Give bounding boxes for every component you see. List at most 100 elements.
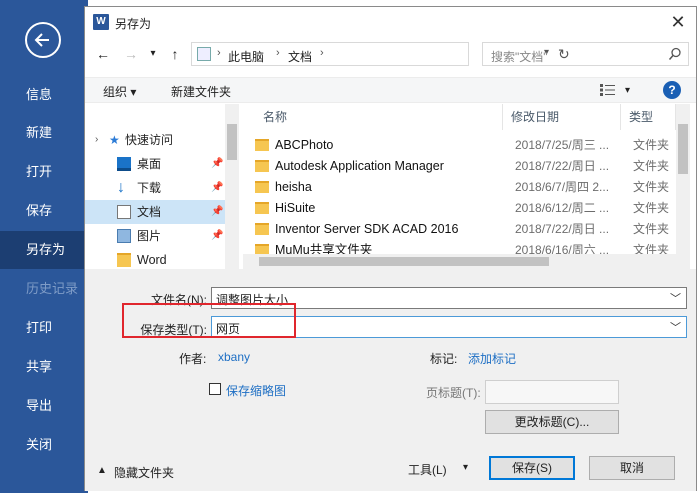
- address-bar[interactable]: › 此电脑 › 文档 › ▾ ↻: [191, 42, 570, 66]
- folder-icon: [255, 202, 269, 214]
- nav-item-label: 下载: [137, 181, 162, 195]
- pin-icon[interactable]: 📌: [211, 152, 223, 176]
- nav-item-downloads[interactable]: ↓ 下载 📌: [85, 176, 227, 200]
- file-row[interactable]: HiSuite 2018/6/12/周二 ... 文件夹: [243, 198, 676, 219]
- file-date: 2018/7/25/周三 ...: [515, 138, 610, 152]
- author-label: 作者:: [179, 352, 207, 366]
- file-row[interactable]: Autodesk Application Manager 2018/7/22/周…: [243, 156, 676, 177]
- column-header-date[interactable]: 修改日期: [503, 104, 621, 130]
- expand-chevron-icon[interactable]: ›: [95, 128, 98, 152]
- dialog-titlebar[interactable]: W 另存为 ✕: [85, 7, 696, 37]
- breadcrumb-this-pc[interactable]: 此电脑: [228, 48, 264, 65]
- backstage-item-close[interactable]: 关闭: [0, 426, 88, 464]
- backstage-item-save[interactable]: 保存: [0, 192, 88, 230]
- file-row[interactable]: Inventor Server SDK ACAD 2016 2018/7/22/…: [243, 219, 676, 240]
- dialog-title: 另存为: [115, 17, 152, 31]
- annotation-highlight-box: [122, 303, 296, 338]
- file-name: Inventor Server SDK ACAD 2016: [275, 222, 459, 236]
- file-type: 文件夹: [633, 138, 670, 152]
- recent-dropdown-icon[interactable]: ▾: [143, 44, 163, 64]
- column-header-name[interactable]: 名称: [243, 104, 503, 130]
- folder-icon: [255, 181, 269, 193]
- nav-item-documents[interactable]: 文档 📌: [85, 200, 227, 224]
- tools-button[interactable]: 工具(L): [408, 461, 447, 478]
- nav-item-pictures[interactable]: 图片 📌: [85, 224, 227, 248]
- new-folder-button[interactable]: 新建文件夹: [171, 83, 231, 100]
- file-date: 2018/6/7/周四 2...: [515, 180, 610, 194]
- cancel-button[interactable]: 取消: [589, 456, 675, 480]
- page-title-label: 页标题(T):: [426, 386, 481, 400]
- file-type: 文件夹: [633, 201, 670, 215]
- forward-arrow-icon[interactable]: →: [121, 44, 141, 64]
- file-list: 名称 修改日期 类型 ABCPhoto 2018/7/25/周三 ... 文件夹…: [243, 104, 690, 269]
- pin-icon[interactable]: 📌: [211, 200, 223, 224]
- file-list-horizontal-scroll-thumb[interactable]: [259, 257, 549, 266]
- hide-folders-button[interactable]: 隐藏文件夹: [114, 464, 174, 481]
- chevron-down-icon[interactable]: ﹀: [670, 319, 681, 335]
- back-arrow-icon[interactable]: ←: [93, 44, 113, 64]
- page-title-input: [485, 380, 619, 404]
- search-icon[interactable]: [668, 47, 682, 61]
- up-arrow-icon[interactable]: ↑: [165, 44, 185, 64]
- backstage-item-info[interactable]: 信息: [0, 76, 88, 114]
- backstage-item-share[interactable]: 共享: [0, 348, 88, 386]
- view-dropdown-icon[interactable]: ▾: [625, 85, 630, 96]
- chevron-up-icon[interactable]: ▲: [97, 465, 107, 476]
- desktop-icon: [117, 157, 131, 171]
- tools-dropdown-icon[interactable]: ▾: [463, 462, 468, 473]
- search-placeholder: 搜索"文档": [491, 50, 548, 64]
- nav-item-label: 桌面: [137, 157, 162, 171]
- back-arrow-icon: [34, 33, 49, 47]
- backstage-item-open[interactable]: 打开: [0, 153, 88, 191]
- folder-icon: [255, 160, 269, 172]
- file-date: 2018/7/22/周日 ...: [515, 222, 610, 236]
- nav-pane-scrollbar[interactable]: [225, 104, 239, 269]
- breadcrumb-documents[interactable]: 文档: [288, 48, 312, 65]
- view-options-icon[interactable]: [600, 84, 618, 96]
- nav-pane-scroll-thumb[interactable]: [227, 124, 237, 160]
- download-icon: ↓: [117, 179, 125, 196]
- backstage-sidebar: 信息 新建 打开 保存 另存为 历史记录 打印 共享 导出 关闭: [0, 0, 88, 493]
- file-name: HiSuite: [275, 201, 316, 215]
- back-button[interactable]: [25, 22, 61, 58]
- nav-item-desktop[interactable]: 桌面 📌: [85, 152, 227, 176]
- folder-icon: [255, 223, 269, 235]
- breadcrumb-separator-icon[interactable]: ›: [217, 47, 221, 59]
- file-list-vertical-scroll-thumb[interactable]: [678, 124, 688, 174]
- document-icon: [117, 205, 131, 219]
- breadcrumb-separator-icon[interactable]: ›: [276, 47, 280, 59]
- pin-icon[interactable]: 📌: [211, 224, 223, 248]
- picture-icon: [117, 229, 131, 243]
- save-thumbnail-label[interactable]: 保存缩略图: [226, 382, 286, 399]
- change-title-button[interactable]: 更改标题(C)...: [485, 410, 619, 434]
- pin-icon[interactable]: 📌: [211, 176, 223, 200]
- file-list-horizontal-scrollbar[interactable]: [243, 254, 676, 269]
- author-value[interactable]: xbany: [218, 350, 250, 364]
- organize-button[interactable]: 组织 ▾: [103, 83, 136, 100]
- file-type: 文件夹: [633, 222, 670, 236]
- column-header-type[interactable]: 类型: [621, 104, 676, 130]
- file-name: ABCPhoto: [275, 138, 334, 152]
- help-icon[interactable]: ?: [663, 81, 681, 99]
- backstage-item-save-as[interactable]: 另存为: [0, 231, 88, 269]
- save-as-dialog: W 另存为 ✕ ← → ▾ ↑ › 此电脑 › 文档 › ▾ ↻ 搜索"文档" …: [84, 6, 697, 491]
- close-button[interactable]: ✕: [664, 9, 692, 35]
- file-list-vertical-scrollbar[interactable]: [676, 104, 690, 269]
- backstage-item-new[interactable]: 新建: [0, 114, 88, 152]
- search-input[interactable]: 搜索"文档": [482, 42, 689, 66]
- file-date: 2018/6/12/周二 ...: [515, 201, 610, 215]
- file-row[interactable]: heisha 2018/6/7/周四 2... 文件夹: [243, 177, 676, 198]
- nav-item-quick-access[interactable]: › ★ 快速访问: [85, 128, 227, 152]
- file-type: 文件夹: [633, 159, 670, 173]
- add-tags-link[interactable]: 添加标记: [468, 350, 516, 367]
- tags-label: 标记:: [430, 352, 458, 366]
- backstage-item-export[interactable]: 导出: [0, 387, 88, 425]
- save-thumbnail-checkbox[interactable]: [209, 383, 221, 395]
- folder-icon: [117, 253, 131, 267]
- backstage-item-print[interactable]: 打印: [0, 309, 88, 347]
- chevron-down-icon[interactable]: ﹀: [670, 290, 681, 306]
- save-button[interactable]: 保存(S): [489, 456, 575, 480]
- file-row[interactable]: ABCPhoto 2018/7/25/周三 ... 文件夹: [243, 135, 676, 156]
- breadcrumb-separator-icon[interactable]: ›: [320, 47, 324, 59]
- nav-item-label: 文档: [137, 205, 162, 219]
